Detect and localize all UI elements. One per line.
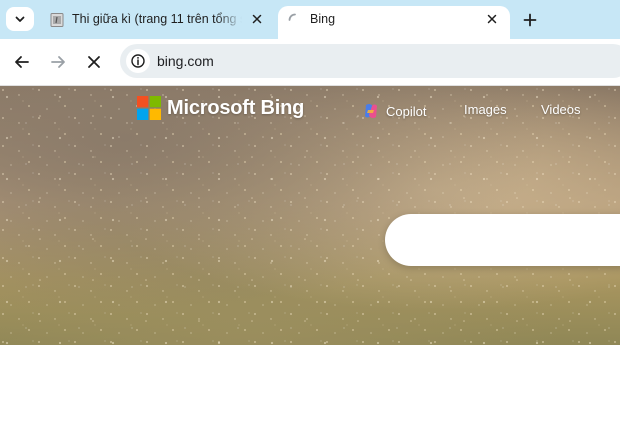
close-tab-icon[interactable] — [484, 11, 500, 27]
arrow-left-icon — [15, 56, 29, 68]
arrow-right-icon — [51, 56, 65, 68]
tab-title: Bing — [310, 12, 336, 26]
plus-icon — [523, 13, 537, 27]
back-button[interactable] — [9, 49, 35, 75]
site-info-button[interactable] — [126, 49, 150, 73]
nav-videos[interactable]: Videos — [541, 102, 581, 117]
microsoft-logo-icon — [137, 96, 161, 120]
nav-copilot[interactable]: Copilot — [362, 102, 426, 120]
bing-homepage: Microsoft Bing Copilot Images Videos — [0, 86, 620, 345]
info-icon — [131, 54, 145, 68]
tab-title: Thi giữa kì (trang 11 trên tổng số — [72, 12, 242, 26]
tab-pdf[interactable]: Thi giữa kì (trang 11 trên tổng số — [40, 6, 275, 39]
nav-copilot-label: Copilot — [386, 103, 427, 119]
pdf-file-icon — [50, 13, 64, 27]
stop-loading-button[interactable] — [81, 49, 107, 75]
brand-name: Microsoft Bing — [167, 96, 305, 119]
nav-images[interactable]: Images — [464, 102, 507, 117]
tab-bing[interactable]: Bing — [278, 6, 510, 39]
browser-toolbar: bing.com — [0, 39, 620, 86]
nav-images-label: Images — [464, 102, 507, 117]
tab-strip: Thi giữa kì (trang 11 trên tổng số Bing — [0, 0, 620, 39]
tab-search-button[interactable] — [6, 7, 34, 31]
bing-logo[interactable]: Microsoft Bing — [137, 95, 304, 121]
forward-button[interactable] — [45, 49, 71, 75]
address-bar[interactable]: bing.com — [120, 44, 620, 78]
loading-spinner-icon — [288, 13, 296, 21]
nav-videos-label: Videos — [541, 102, 581, 117]
search-input[interactable] — [385, 214, 620, 266]
copilot-icon — [365, 103, 377, 119]
url-text: bing.com — [157, 53, 214, 69]
close-icon — [88, 56, 100, 68]
new-tab-button[interactable] — [518, 8, 542, 32]
chevron-down-icon — [15, 16, 25, 22]
close-tab-icon[interactable] — [249, 11, 265, 27]
